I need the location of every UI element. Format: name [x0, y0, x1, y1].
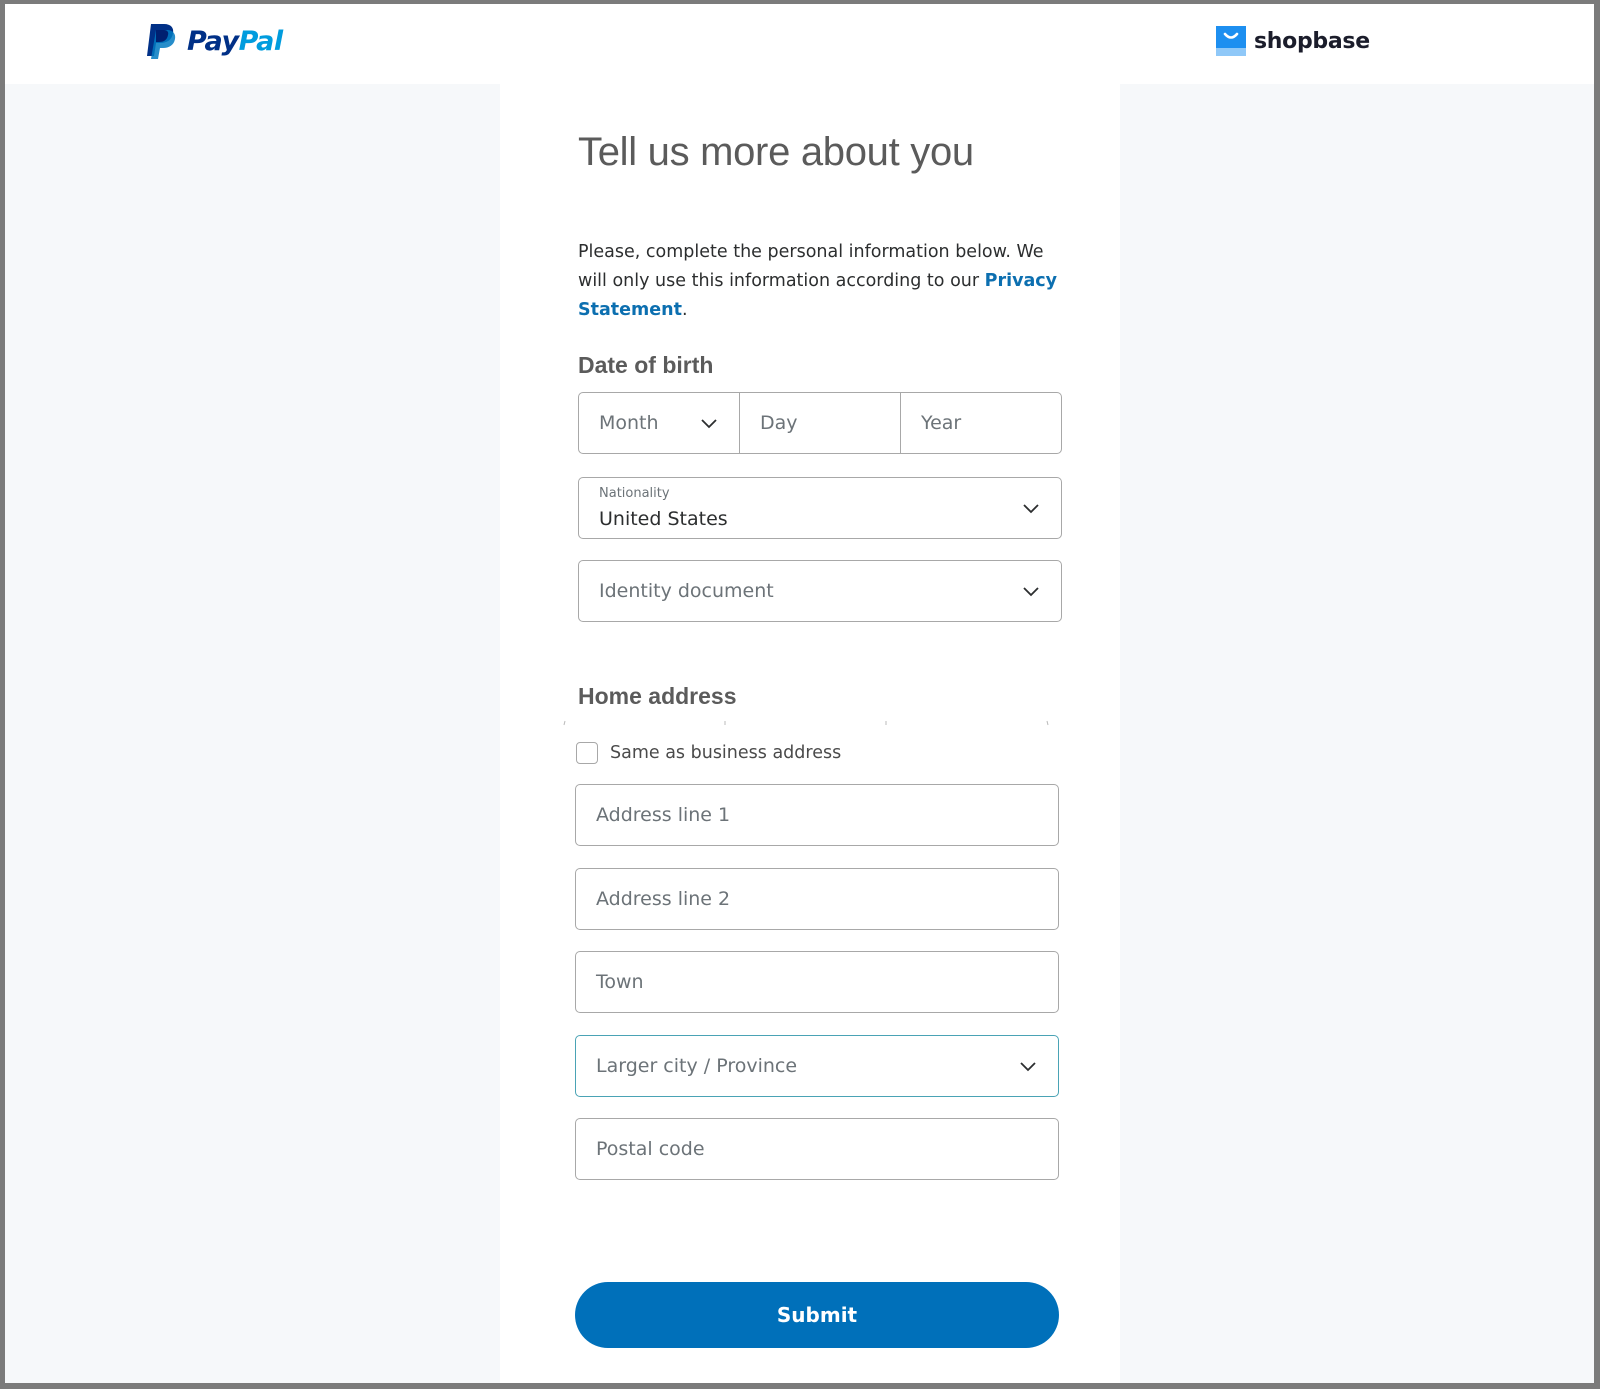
- paypal-wordmark: PayPal: [187, 25, 283, 57]
- year-input[interactable]: Year: [900, 393, 1061, 453]
- nationality-value: United States: [599, 508, 728, 530]
- province-select[interactable]: Larger city / Province: [575, 1035, 1059, 1097]
- shopbase-logo: shopbase: [1216, 26, 1370, 56]
- day-input[interactable]: Day: [739, 393, 900, 453]
- shopbase-wordmark: shopbase: [1254, 28, 1370, 54]
- home-address-heading: Home address: [578, 683, 737, 709]
- intro-text: Please, complete the personal informatio…: [578, 242, 1058, 320]
- divider-ticks: [563, 720, 1049, 726]
- dob-heading: Date of birth: [578, 352, 714, 378]
- submit-button[interactable]: Submit: [575, 1282, 1059, 1348]
- town-input[interactable]: Town: [575, 951, 1059, 1013]
- same-as-business-row[interactable]: Same as business address: [576, 742, 841, 764]
- month-select[interactable]: Month: [579, 393, 739, 453]
- nationality-select[interactable]: Nationality United States: [578, 477, 1062, 539]
- paypal-p-icon: [147, 24, 176, 59]
- dob-group: Month Day Year: [578, 392, 1062, 454]
- chevron-down-icon: [701, 419, 717, 429]
- paypal-logo: PayPal: [145, 22, 283, 60]
- shopping-bag-icon: [1216, 26, 1246, 56]
- address-line2-input[interactable]: Address line 2: [575, 868, 1059, 930]
- chevron-down-icon: [1023, 587, 1039, 597]
- chevron-down-icon: [1023, 504, 1039, 514]
- address-line1-input[interactable]: Address line 1: [575, 784, 1059, 846]
- chevron-down-icon: [1020, 1062, 1036, 1072]
- nationality-label: Nationality: [599, 486, 670, 501]
- same-as-business-label: Same as business address: [610, 743, 842, 763]
- page-title: Tell us more about you: [578, 130, 974, 174]
- identity-document-select[interactable]: Identity document: [578, 560, 1062, 622]
- same-as-business-checkbox[interactable]: [576, 742, 598, 764]
- postal-code-input[interactable]: Postal code: [575, 1118, 1059, 1180]
